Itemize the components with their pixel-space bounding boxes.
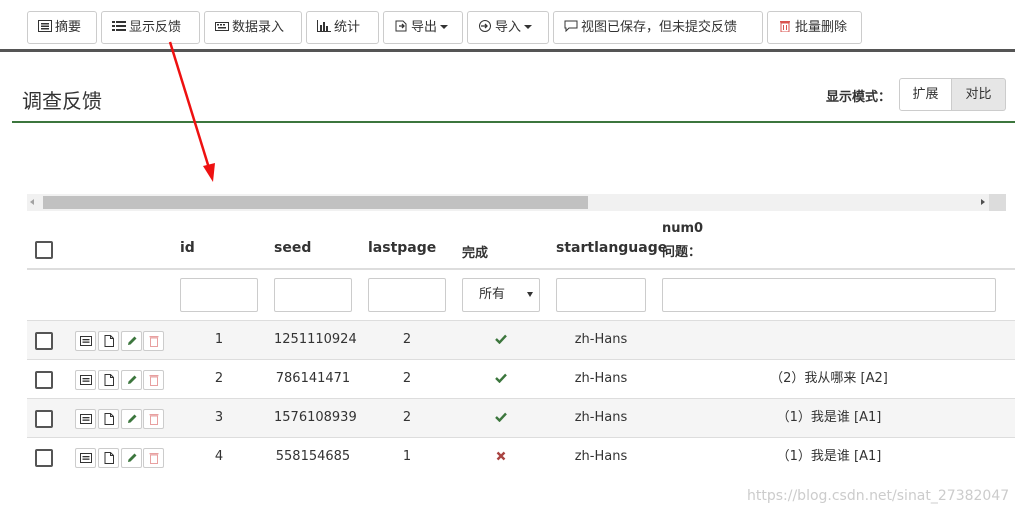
cell-lastpage: 2: [402, 371, 412, 386]
cell-done: [462, 438, 540, 477]
table-row[interactable]: 3 1576108939 2 zh-Hans （1）我是谁 [A1]: [27, 398, 1015, 437]
cell-seed: 1251110924: [274, 332, 357, 347]
cell-done: [462, 321, 540, 360]
cross-icon: [496, 449, 506, 464]
table-row[interactable]: 2 786141471 2 zh-Hans （2）我从哪来 [A2]: [27, 359, 1015, 398]
cell-lastpage: 2: [402, 410, 412, 425]
edit-button[interactable]: [121, 409, 142, 429]
cell-seed: 558154685: [275, 449, 351, 464]
delete-button[interactable]: [143, 448, 164, 468]
scrollbar-thumb[interactable]: [43, 196, 588, 209]
cell-num0: （1）我是谁 [A1]: [776, 410, 882, 425]
delete-button[interactable]: [143, 370, 164, 390]
cell-lastpage: 1: [402, 449, 412, 464]
view-response-button[interactable]: [75, 448, 96, 468]
view-detail-button[interactable]: [98, 331, 119, 351]
column-header-id[interactable]: id: [180, 240, 195, 256]
column-header-num0-question: 问题：: [662, 245, 702, 260]
chevron-down-icon: [527, 292, 533, 297]
table-row[interactable]: 4 558154685 1 zh-Hans （1）我是谁 [A1]: [27, 437, 1015, 476]
filter-row: 所有: [27, 270, 1015, 320]
filter-done-value: 所有: [479, 287, 506, 302]
edit-button[interactable]: [121, 370, 142, 390]
column-header-startlanguage[interactable]: startlanguage: [556, 240, 667, 256]
filter-startlanguage-input[interactable]: [556, 278, 646, 312]
cell-id: 4: [214, 449, 224, 464]
table-header: id seed lastpage 完成 startlanguage num0 问…: [27, 212, 1015, 270]
check-icon: [495, 332, 507, 347]
view-detail-button[interactable]: [98, 409, 119, 429]
cell-startlanguage: zh-Hans: [574, 332, 628, 347]
column-header-lastpage[interactable]: lastpage: [368, 240, 436, 256]
filter-num0-input[interactable]: [662, 278, 996, 312]
cell-num0: [662, 321, 996, 360]
cell-seed: 1576108939: [274, 410, 357, 425]
column-header-done[interactable]: 完成: [462, 242, 488, 261]
scroll-left-arrow-icon[interactable]: [30, 199, 34, 205]
cell-num0: （1）我是谁 [A1]: [776, 449, 882, 464]
scrollbar-corner: [989, 194, 1006, 211]
cell-id: 2: [214, 371, 224, 386]
row-checkbox[interactable]: [35, 449, 53, 467]
cell-startlanguage: zh-Hans: [574, 449, 628, 464]
cell-done: [462, 399, 540, 438]
horizontal-scrollbar[interactable]: [27, 194, 1006, 211]
view-response-button[interactable]: [75, 370, 96, 390]
cell-seed: 786141471: [275, 371, 351, 386]
edit-button[interactable]: [121, 331, 142, 351]
cell-id: 3: [214, 410, 224, 425]
cell-id: 1: [214, 332, 224, 347]
row-checkbox[interactable]: [35, 371, 53, 389]
check-icon: [495, 371, 507, 386]
cell-startlanguage: zh-Hans: [574, 410, 628, 425]
view-detail-button[interactable]: [98, 370, 119, 390]
table-row[interactable]: 1 1251110924 2 zh-Hans: [27, 320, 1015, 359]
edit-button[interactable]: [121, 448, 142, 468]
cell-done: [462, 360, 540, 399]
filter-id-input[interactable]: [180, 278, 258, 312]
filter-done-select[interactable]: 所有: [462, 278, 540, 312]
row-checkbox[interactable]: [35, 410, 53, 428]
scroll-right-arrow-icon[interactable]: [981, 199, 985, 205]
filter-lastpage-input[interactable]: [368, 278, 446, 312]
check-icon: [495, 410, 507, 425]
cell-startlanguage: zh-Hans: [574, 371, 628, 386]
cell-num0: （2）我从哪来 [A2]: [770, 371, 888, 386]
view-detail-button[interactable]: [98, 448, 119, 468]
row-checkbox[interactable]: [35, 332, 53, 350]
delete-button[interactable]: [143, 331, 164, 351]
view-response-button[interactable]: [75, 331, 96, 351]
watermark: https://blog.csdn.net/sinat_27382047: [747, 488, 1010, 504]
filter-seed-input[interactable]: [274, 278, 352, 312]
select-all-checkbox[interactable]: [35, 241, 53, 259]
view-response-button[interactable]: [75, 409, 96, 429]
column-header-seed[interactable]: seed: [274, 240, 311, 256]
cell-lastpage: 2: [402, 332, 412, 347]
column-header-num0[interactable]: num0: [662, 221, 703, 236]
delete-button[interactable]: [143, 409, 164, 429]
